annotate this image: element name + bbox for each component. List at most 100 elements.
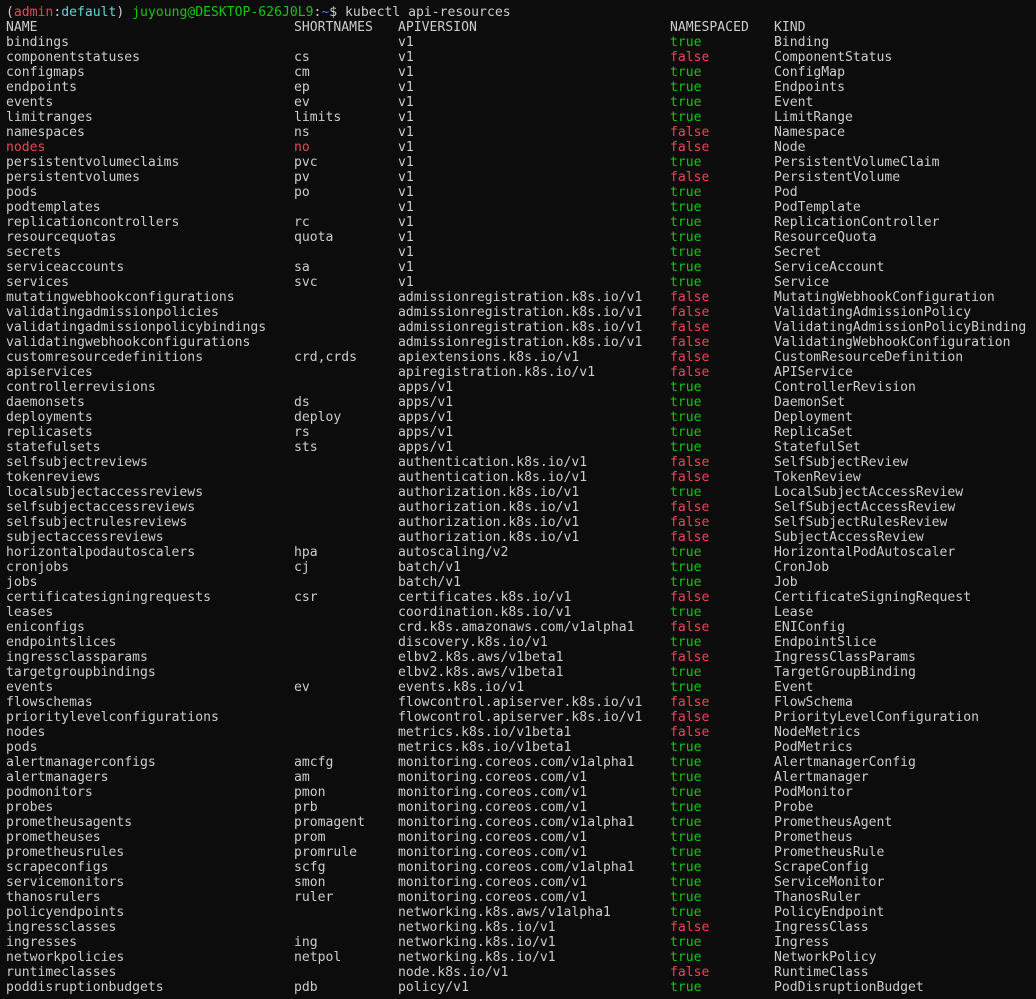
resource-name: networkpolicies xyxy=(6,950,125,965)
resource-name: prometheuses xyxy=(6,830,101,845)
resource-namespaced: false xyxy=(670,305,710,320)
resource-name: poddisruptionbudgets xyxy=(6,980,164,995)
resource-kind: PrometheusAgent xyxy=(774,815,893,830)
resource-name: events xyxy=(6,680,54,695)
resource-shortnames: po xyxy=(294,185,310,200)
resource-name: servicemonitors xyxy=(6,875,125,890)
resource-shortnames: pmon xyxy=(294,785,326,800)
resource-name: ingresses xyxy=(6,935,77,950)
header-kind: KIND xyxy=(774,20,806,35)
resource-kind: Event xyxy=(774,680,814,695)
resource-shortnames: ds xyxy=(294,395,310,410)
table-row: certificatesigningrequests csr certificate… xyxy=(0,590,1036,605)
resource-shortnames: ev xyxy=(294,680,310,695)
resource-apiversion: apps/v1 xyxy=(398,440,454,455)
resource-shortnames: ruler xyxy=(294,890,334,905)
resource-namespaced: false xyxy=(670,455,710,470)
resource-kind: ReplicaSet xyxy=(774,425,853,440)
resource-apiversion: monitoring.coreos.com/v1 xyxy=(398,845,588,860)
resource-name: deployments xyxy=(6,410,93,425)
resource-shortnames: ing xyxy=(294,935,318,950)
resource-apiversion: metrics.k8s.io/v1beta1 xyxy=(398,740,572,755)
resource-name: ingressclasses xyxy=(6,920,117,935)
resource-namespaced: true xyxy=(670,185,702,200)
resource-namespaced: false xyxy=(670,170,710,185)
resource-name: selfsubjectaccessreviews xyxy=(6,500,196,515)
resource-apiversion: elbv2.k8s.aws/v1beta1 xyxy=(398,665,564,680)
resource-shortnames: rs xyxy=(294,425,310,440)
resource-namespaced: false xyxy=(670,335,710,350)
resource-shortnames: hpa xyxy=(294,545,318,560)
resource-name: mutatingwebhookconfigurations xyxy=(6,290,235,305)
resource-apiversion: crd.k8s.amazonaws.com/v1alpha1 xyxy=(398,620,635,635)
resource-apiversion: admissionregistration.k8s.io/v1 xyxy=(398,335,643,350)
table-row: thanosrulers ruler monitoring.coreos.com/v… xyxy=(0,890,1036,905)
terminal-window[interactable]: (admin:default) juyoung@DESKTOP-626J0L9:… xyxy=(0,0,1036,999)
resource-name: selfsubjectrulesreviews xyxy=(6,515,188,530)
resource-apiversion: networking.k8s.io/v1 xyxy=(398,950,556,965)
table-row: persistentvolumeclaims pvc v1 true Persisten… xyxy=(0,155,1036,170)
resource-kind: Namespace xyxy=(774,125,845,140)
resource-shortnames: ev xyxy=(294,95,310,110)
table-row: probes prb monitoring.coreos.com/v1 true Pro… xyxy=(0,800,1036,815)
table-row: pods metrics.k8s.io/v1beta1 true PodMetrics xyxy=(0,740,1036,755)
table-row: prometheusagents promagent monitoring.core… xyxy=(0,815,1036,830)
resource-shortnames: pdb xyxy=(294,980,318,995)
resource-namespaced: true xyxy=(670,80,702,95)
table-row: podmonitors pmon monitoring.coreos.com/v1 t… xyxy=(0,785,1036,800)
resource-namespaced: true xyxy=(670,110,702,125)
resource-name: certificatesigningrequests xyxy=(6,590,211,605)
table-row: poddisruptionbudgets pdb policy/v1 true PodD… xyxy=(0,980,1036,995)
resource-namespaced: true xyxy=(670,950,702,965)
resource-namespaced: false xyxy=(670,350,710,365)
resource-table-body: bindings v1 true Binding componentstatuses cs… xyxy=(0,35,1036,995)
resource-name: horizontalpodautoscalers xyxy=(6,545,196,560)
resource-namespaced: true xyxy=(670,95,702,110)
resource-name: replicasets xyxy=(6,425,93,440)
resource-namespaced: true xyxy=(670,605,702,620)
table-row: validatingwebhookconfigurations admission… xyxy=(0,335,1036,350)
resource-name: podmonitors xyxy=(6,785,93,800)
resource-kind: Endpoints xyxy=(774,80,845,95)
table-row: validatingadmissionpolicybindings admissi… xyxy=(0,320,1036,335)
resource-apiversion: v1 xyxy=(398,155,414,170)
resource-namespaced: true xyxy=(670,395,702,410)
resource-kind: PodMetrics xyxy=(774,740,853,755)
resource-apiversion: authorization.k8s.io/v1 xyxy=(398,530,580,545)
resource-apiversion: v1 xyxy=(398,260,414,275)
resource-name: prioritylevelconfigurations xyxy=(6,710,219,725)
resource-name: scrapeconfigs xyxy=(6,860,109,875)
resource-apiversion: events.k8s.io/v1 xyxy=(398,680,525,695)
resource-name: statefulsets xyxy=(6,440,101,455)
resource-kind: AlertmanagerConfig xyxy=(774,755,916,770)
header-apiversion: APIVERSION xyxy=(398,20,477,35)
resource-namespaced: false xyxy=(670,140,710,155)
resource-name: persistentvolumes xyxy=(6,170,141,185)
resource-kind: PersistentVolume xyxy=(774,170,901,185)
resource-kind: Lease xyxy=(774,605,814,620)
resource-namespaced: false xyxy=(670,920,710,935)
resource-namespaced: true xyxy=(670,155,702,170)
resource-namespaced: true xyxy=(670,980,702,995)
resource-name: secrets xyxy=(6,245,62,260)
resource-apiversion: batch/v1 xyxy=(398,575,462,590)
resource-name: subjectaccessreviews xyxy=(6,530,164,545)
resource-namespaced: true xyxy=(670,800,702,815)
table-row: ingressclasses networking.k8s.io/v1 false I… xyxy=(0,920,1036,935)
resource-namespaced: true xyxy=(670,65,702,80)
resource-kind: TargetGroupBinding xyxy=(774,665,916,680)
resource-apiversion: batch/v1 xyxy=(398,560,462,575)
resource-kind: Alertmanager xyxy=(774,770,869,785)
table-row: validatingadmissionpolicies admissionregi… xyxy=(0,305,1036,320)
resource-apiversion: certificates.k8s.io/v1 xyxy=(398,590,572,605)
resource-apiversion: autoscaling/v2 xyxy=(398,545,509,560)
resource-apiversion: v1 xyxy=(398,200,414,215)
resource-shortnames: pvc xyxy=(294,155,318,170)
resource-shortnames: svc xyxy=(294,275,318,290)
resource-apiversion: flowcontrol.apiserver.k8s.io/v1 xyxy=(398,695,643,710)
resource-shortnames: csr xyxy=(294,590,318,605)
resource-name: alertmanagerconfigs xyxy=(6,755,156,770)
table-row: horizontalpodautoscalers hpa autoscaling/v… xyxy=(0,545,1036,560)
resource-namespaced: true xyxy=(670,860,702,875)
table-row: eniconfigs crd.k8s.amazonaws.com/v1alpha1… xyxy=(0,620,1036,635)
